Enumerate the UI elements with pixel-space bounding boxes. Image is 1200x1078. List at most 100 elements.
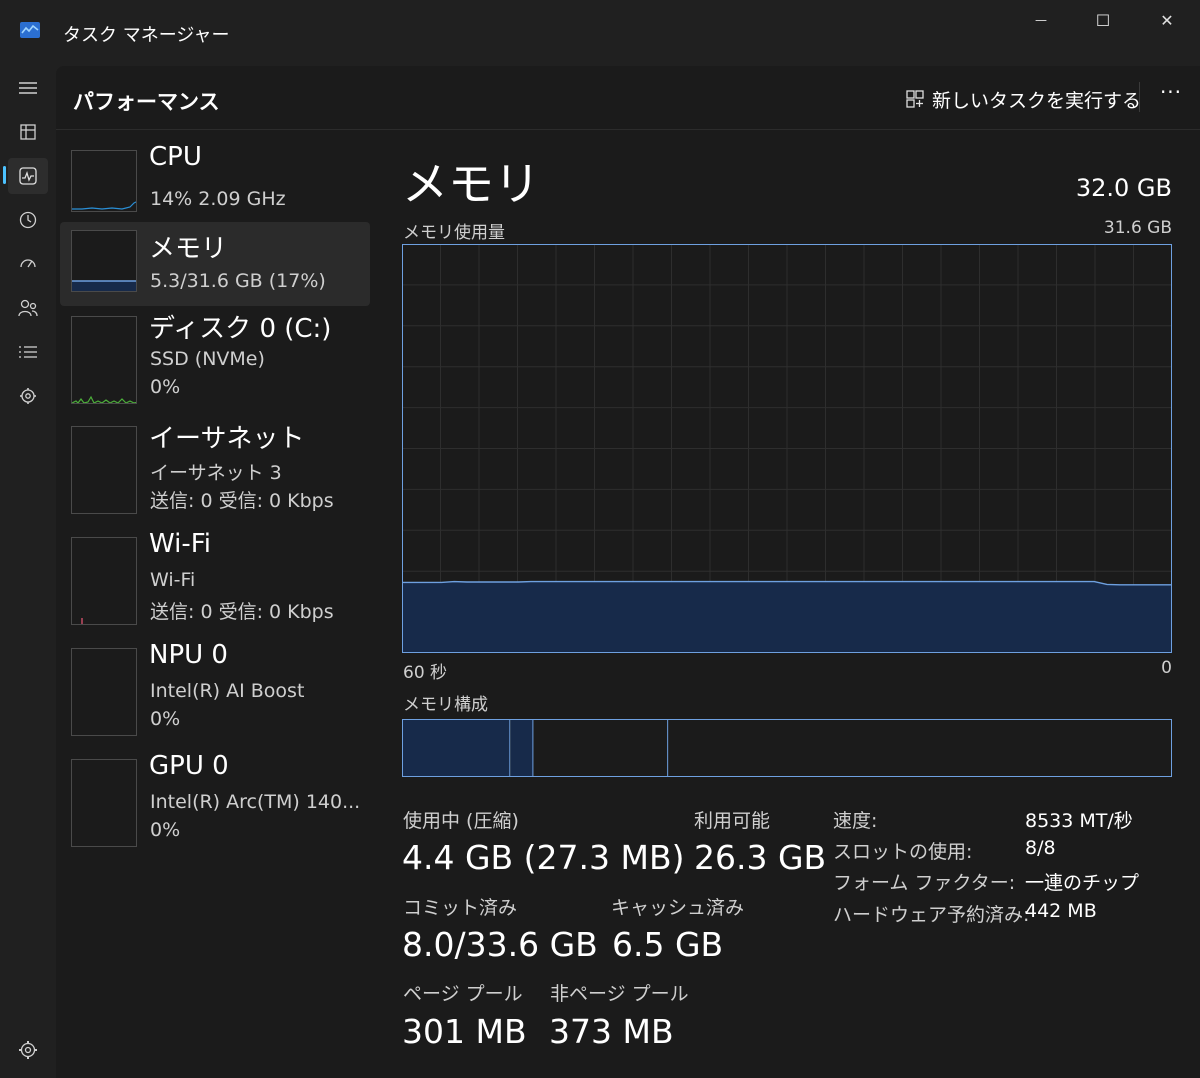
resource-usage: 0% — [150, 376, 181, 398]
nav-details[interactable] — [8, 334, 48, 370]
nav-startup-apps[interactable] — [8, 246, 48, 282]
npu-thumbnail — [71, 648, 137, 736]
available-label: 利用可能 — [694, 810, 771, 832]
maximize-button[interactable]: ☐ — [1072, 0, 1134, 40]
resource-name: イーサネット — [149, 424, 305, 454]
resource-detail: イーサネット 3 — [150, 462, 282, 484]
resource-name: GPU 0 — [149, 751, 229, 781]
resource-detail: 5.3/31.6 GB (17%) — [150, 270, 326, 292]
resource-name: メモリ — [149, 234, 228, 264]
resource-usage: 0% — [150, 708, 181, 730]
x-axis-start-label: 60 秒 — [403, 663, 448, 683]
memory-usage-chart — [402, 244, 1172, 653]
resource-detail: Intel(R) AI Boost — [150, 680, 305, 702]
services-icon — [20, 388, 36, 404]
main-pane: パフォーマンス 新しいタスクを実行する ··· CPU 14% 2.09 GHz… — [56, 66, 1200, 1078]
settings-button[interactable] — [16, 1038, 40, 1062]
page-header: パフォーマンス 新しいタスクを実行する ··· — [56, 66, 1200, 130]
resource-name: ディスク 0 (C:) — [149, 314, 332, 344]
resource-name: NPU 0 — [149, 640, 228, 670]
maximize-icon: ☐ — [1095, 10, 1111, 30]
slots-used-label: スロットの使用: — [833, 841, 973, 863]
app-title: タスク マネージャー — [63, 25, 230, 46]
nav-menu-button[interactable] — [8, 70, 48, 106]
header-divider — [1139, 82, 1140, 112]
minimize-icon: — — [1035, 13, 1047, 27]
app-history-icon — [19, 211, 37, 229]
more-icon: ··· — [1159, 80, 1183, 104]
wifi-thumbnail — [71, 537, 137, 625]
run-new-task-button[interactable]: 新しいタスクを実行する — [906, 84, 1141, 114]
menu-icon — [19, 82, 37, 94]
committed-label: コミット済み — [403, 897, 518, 919]
speed-label: 速度: — [833, 810, 878, 832]
resource-item-gpu[interactable]: GPU 0 Intel(R) Arc(TM) 140... 0% — [60, 751, 370, 847]
memory-total: 32.0 GB — [1075, 174, 1172, 202]
close-button[interactable]: ✕ — [1136, 0, 1198, 40]
hardware-reserved-label: ハードウェア予約済み: — [833, 904, 1030, 926]
nonpaged-pool-label: 非ページ プール — [550, 983, 689, 1005]
form-factor-value: 一連のチップ — [1025, 872, 1140, 894]
resource-item-cpu[interactable]: CPU 14% 2.09 GHz — [60, 142, 370, 226]
processes-icon — [20, 124, 36, 140]
page-title: パフォーマンス — [73, 90, 220, 114]
settings-icon — [19, 1041, 37, 1059]
available-value: 26.3 GB — [694, 838, 827, 877]
nav-active-indicator — [3, 166, 6, 184]
composition-label: メモリ構成 — [403, 695, 488, 715]
gpu-thumbnail — [71, 759, 137, 847]
resource-usage: 0% — [150, 819, 181, 841]
resource-item-memory[interactable]: メモリ 5.3/31.6 GB (17%) — [60, 222, 370, 306]
x-axis-end-label: 0 — [1161, 658, 1172, 678]
details-icon — [19, 346, 37, 358]
resource-name: Wi-Fi — [149, 529, 212, 559]
resource-detail: 14% 2.09 GHz — [150, 188, 286, 210]
resource-item-npu[interactable]: NPU 0 Intel(R) AI Boost 0% — [60, 640, 370, 736]
resource-item-wifi[interactable]: Wi-Fi Wi-Fi 送信: 0 受信: 0 Kbps — [60, 529, 370, 625]
nonpaged-pool-value: 373 MB — [549, 1012, 674, 1051]
task-manager-app-icon — [20, 22, 40, 38]
memory-composition-bar — [402, 719, 1172, 777]
performance-icon — [19, 167, 37, 185]
hardware-reserved-value: 442 MB — [1025, 900, 1097, 922]
memory-thumbnail — [71, 230, 137, 292]
nav-performance[interactable] — [8, 158, 48, 194]
disk-thumbnail — [71, 316, 137, 404]
cached-value: 6.5 GB — [612, 925, 724, 964]
resource-item-ethernet[interactable]: イーサネット イーサネット 3 送信: 0 受信: 0 Kbps — [60, 418, 370, 514]
more-options-button[interactable]: ··· — [1156, 80, 1186, 110]
title-bar: タスク マネージャー — ☐ ✕ — [0, 0, 1200, 66]
resource-detail: Wi-Fi — [150, 569, 196, 591]
paged-pool-label: ページ プール — [403, 983, 523, 1005]
resource-detail: Intel(R) Arc(TM) 140... — [150, 791, 361, 813]
composition-segment-modified — [510, 720, 533, 776]
resource-usage: 送信: 0 受信: 0 Kbps — [150, 490, 334, 512]
startup-apps-icon — [20, 259, 36, 268]
users-icon — [18, 299, 38, 317]
cached-label: キャッシュ済み — [611, 897, 745, 919]
run-task-label: 新しいタスクを実行する — [932, 89, 1142, 112]
detail-title: メモリ — [402, 157, 540, 211]
committed-value: 8.0/33.6 GB — [402, 925, 598, 964]
nav-services[interactable] — [8, 378, 48, 414]
run-task-icon — [906, 90, 924, 108]
nav-users[interactable] — [8, 290, 48, 326]
usage-chart-max: 31.6 GB — [1103, 218, 1172, 238]
resource-usage: 送信: 0 受信: 0 Kbps — [150, 601, 334, 623]
usage-chart-label: メモリ使用量 — [403, 223, 505, 243]
resource-detail: SSD (NVMe) — [150, 348, 265, 370]
minimize-button[interactable]: — — [1010, 0, 1072, 40]
close-icon: ✕ — [1160, 10, 1174, 30]
in-use-label: 使用中 (圧縮) — [403, 810, 519, 832]
nav-processes[interactable] — [8, 114, 48, 150]
nav-rail — [0, 66, 56, 1078]
nav-app-history[interactable] — [8, 202, 48, 238]
in-use-value: 4.4 GB (27.3 MB) — [402, 838, 685, 877]
ethernet-thumbnail — [71, 426, 137, 514]
usage-area — [403, 581, 1171, 652]
cpu-thumbnail — [71, 150, 137, 212]
speed-value: 8533 MT/秒 — [1025, 810, 1133, 832]
resource-item-disk[interactable]: ディスク 0 (C:) SSD (NVMe) 0% — [60, 308, 370, 404]
resource-name: CPU — [149, 142, 202, 172]
composition-segment-in-use — [403, 720, 510, 776]
